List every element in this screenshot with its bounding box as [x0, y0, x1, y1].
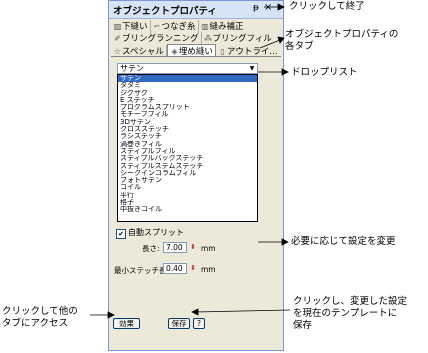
callout-save-line3: 保存	[293, 320, 313, 331]
callout-save: クリックし、変更した設定 を現在のテンプレートに 保存	[293, 296, 407, 332]
callout-other-tabs-line2: タブにアクセス	[2, 318, 69, 329]
callout-save-line2: を現在のテンプレートに	[293, 308, 398, 319]
callout-save-line1: クリックし、変更した設定	[293, 296, 408, 307]
callout-tabs: オブジェクトプロパティの 各タブ	[285, 29, 398, 53]
callout-settings: 必要に応じて設定を変更	[291, 236, 396, 247]
callout-other-tabs-line1: クリックして他の	[2, 306, 78, 317]
callout-tabs-line2: 各タブ	[285, 41, 314, 52]
callout-close: クリックして終了	[289, 1, 365, 12]
callout-droplist: ドロップリスト	[291, 67, 358, 78]
callout-other-tabs: クリックして他の タブにアクセス	[2, 306, 78, 330]
callout-tabs-line1: オブジェクトプロパティの	[285, 29, 399, 40]
